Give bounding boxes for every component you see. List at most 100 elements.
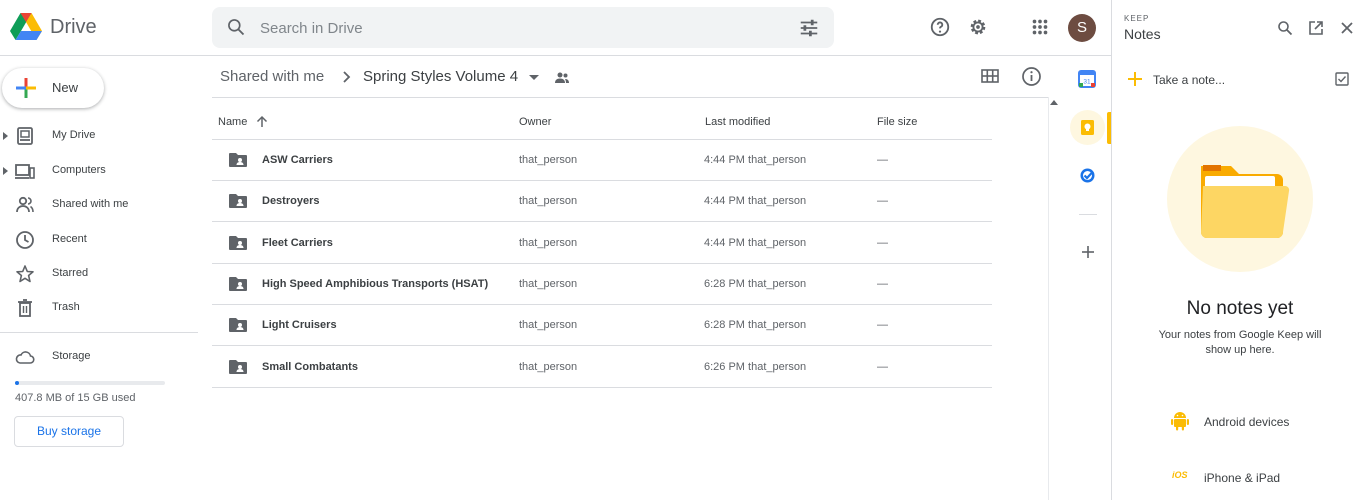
file-size: — — [877, 236, 888, 249]
keep-brand: KEEP — [1124, 14, 1150, 23]
search-bar[interactable] — [212, 7, 834, 48]
file-owner: that_person — [519, 154, 578, 166]
sidebar-item-shared-with-me[interactable]: Shared with me — [0, 190, 198, 220]
chevron-down-icon[interactable] — [529, 75, 539, 80]
plus-icon[interactable] — [1127, 71, 1143, 87]
file-last-modified: 4:44 PM that_person — [704, 236, 807, 249]
table-row[interactable]: Destroyers that_person 4:44 PM that_person… — [212, 181, 992, 223]
new-button-label: New — [52, 80, 79, 95]
svg-text:31: 31 — [1083, 79, 1091, 86]
search-icon[interactable] — [1277, 20, 1293, 36]
file-owner: that_person — [519, 319, 578, 332]
drive-logo[interactable] — [10, 12, 42, 42]
sidebar-item-recent[interactable]: Recent — [0, 225, 198, 255]
calendar-icon[interactable]: 31 — [1078, 70, 1096, 88]
table-row[interactable]: ASW Carriers that_person 4:44 PM that_pers… — [212, 140, 992, 181]
empty-state-subtitle: Your notes from Google Keep will show up… — [1158, 329, 1322, 356]
sidebar-item-trash[interactable]: Trash — [0, 293, 198, 323]
keep-icon[interactable] — [1079, 119, 1096, 136]
keep-title: Notes — [1124, 26, 1161, 42]
buy-storage-button[interactable]: Buy storage — [14, 416, 124, 447]
new-button[interactable]: New — [2, 68, 104, 108]
shared-icon — [16, 196, 34, 213]
search-options-icon[interactable] — [798, 17, 820, 39]
shared-folder-people-icon[interactable] — [554, 70, 570, 86]
file-owner: that_person — [519, 277, 578, 290]
empty-state-title: No notes yet — [1186, 298, 1294, 319]
breadcrumb-current[interactable]: Spring Styles Volume 4 — [363, 68, 518, 85]
file-size: — — [877, 360, 888, 373]
new-list-checkbox-icon[interactable] — [1335, 72, 1349, 86]
android-devices-link[interactable]: Android devices — [1204, 415, 1289, 429]
sidebar-item-label: Computers — [52, 164, 106, 176]
sidebar-item-label: Starred — [52, 267, 89, 279]
clock-icon — [16, 231, 34, 249]
chevron-right-icon — [343, 71, 351, 83]
plus-icon — [16, 78, 36, 98]
expand-arrow-icon[interactable] — [3, 132, 8, 140]
file-name: Fleet Carriers — [262, 236, 333, 249]
file-name: Destroyers — [262, 195, 320, 208]
cloud-icon — [15, 351, 35, 364]
file-size: — — [877, 319, 888, 332]
apps-grid-icon[interactable] — [1029, 16, 1051, 38]
column-header-size[interactable]: File size — [877, 116, 917, 128]
scrollbar[interactable] — [1048, 97, 1062, 500]
sidebar-item-my-drive[interactable]: My Drive — [0, 121, 198, 151]
table-row[interactable]: Fleet Carriers that_person 4:44 PM that_pe… — [212, 223, 992, 264]
table-row[interactable]: Light Cruisers that_person 6:28 PM that_pe… — [212, 305, 992, 347]
take-a-note-input[interactable]: Take a note... — [1153, 73, 1225, 87]
shared-folder-icon — [229, 318, 247, 333]
shared-folder-icon — [229, 359, 247, 374]
sidebar-item-computers[interactable]: Computers — [0, 156, 198, 186]
file-size: — — [877, 195, 888, 208]
search-icon[interactable] — [226, 17, 246, 37]
file-last-modified: 6:26 PM that_person — [704, 360, 807, 373]
file-last-modified: 6:28 PM that_person — [704, 277, 807, 290]
expand-arrow-icon[interactable] — [3, 167, 8, 175]
file-last-modified: 4:44 PM that_person — [704, 195, 807, 208]
sidebar-item-label: Trash — [52, 301, 80, 313]
top-bar: Drive S — [0, 0, 1111, 56]
rail-divider — [1079, 214, 1097, 215]
computers-icon — [15, 164, 35, 179]
column-header-owner[interactable]: Owner — [519, 116, 551, 128]
scroll-up-arrow-icon[interactable] — [1050, 100, 1058, 105]
sidebar-item-label: Shared with me — [52, 198, 129, 210]
shared-folder-icon — [229, 153, 247, 167]
search-input[interactable] — [260, 17, 780, 39]
close-icon[interactable] — [1339, 20, 1355, 36]
file-owner: that_person — [519, 360, 578, 373]
info-icon[interactable] — [1021, 66, 1042, 87]
sidebar-divider — [0, 332, 198, 333]
file-size: — — [877, 154, 888, 166]
tasks-icon[interactable] — [1079, 167, 1096, 184]
ios-icon: iOS — [1172, 470, 1188, 480]
breadcrumb-parent[interactable]: Shared with me — [220, 68, 324, 85]
file-last-modified: 6:28 PM that_person — [704, 319, 807, 332]
file-owner: that_person — [519, 236, 578, 249]
file-size: — — [877, 277, 888, 290]
column-header-modified[interactable]: Last modified — [705, 116, 770, 128]
trash-icon — [18, 299, 32, 317]
shared-folder-icon — [229, 194, 247, 209]
column-header-name[interactable]: Name — [218, 116, 247, 128]
shared-folder-icon — [229, 276, 247, 291]
storage-progress-bar — [15, 381, 165, 385]
sidebar-item-label: My Drive — [52, 129, 96, 141]
sidebar-item-starred[interactable]: Starred — [0, 259, 198, 289]
open-in-new-icon[interactable] — [1308, 20, 1324, 36]
help-icon[interactable] — [929, 16, 951, 38]
sidebar-item-label: Storage — [52, 350, 91, 362]
avatar[interactable]: S — [1068, 14, 1096, 42]
table-row[interactable]: Small Combatants that_person 6:26 PM that_… — [212, 347, 992, 388]
app-name[interactable]: Drive — [50, 16, 97, 39]
table-row[interactable]: High Speed Amphibious Transports (HSAT) t… — [212, 264, 992, 305]
sidebar-item-storage[interactable]: Storage — [0, 342, 198, 372]
add-addon-icon[interactable] — [1080, 244, 1096, 260]
sort-arrow-up-icon[interactable] — [256, 115, 268, 128]
iphone-ipad-link[interactable]: iPhone & iPad — [1204, 471, 1280, 485]
file-last-modified: 4:44 PM that_person — [704, 154, 807, 166]
grid-view-icon[interactable] — [980, 66, 1000, 86]
gear-icon[interactable] — [967, 16, 989, 38]
